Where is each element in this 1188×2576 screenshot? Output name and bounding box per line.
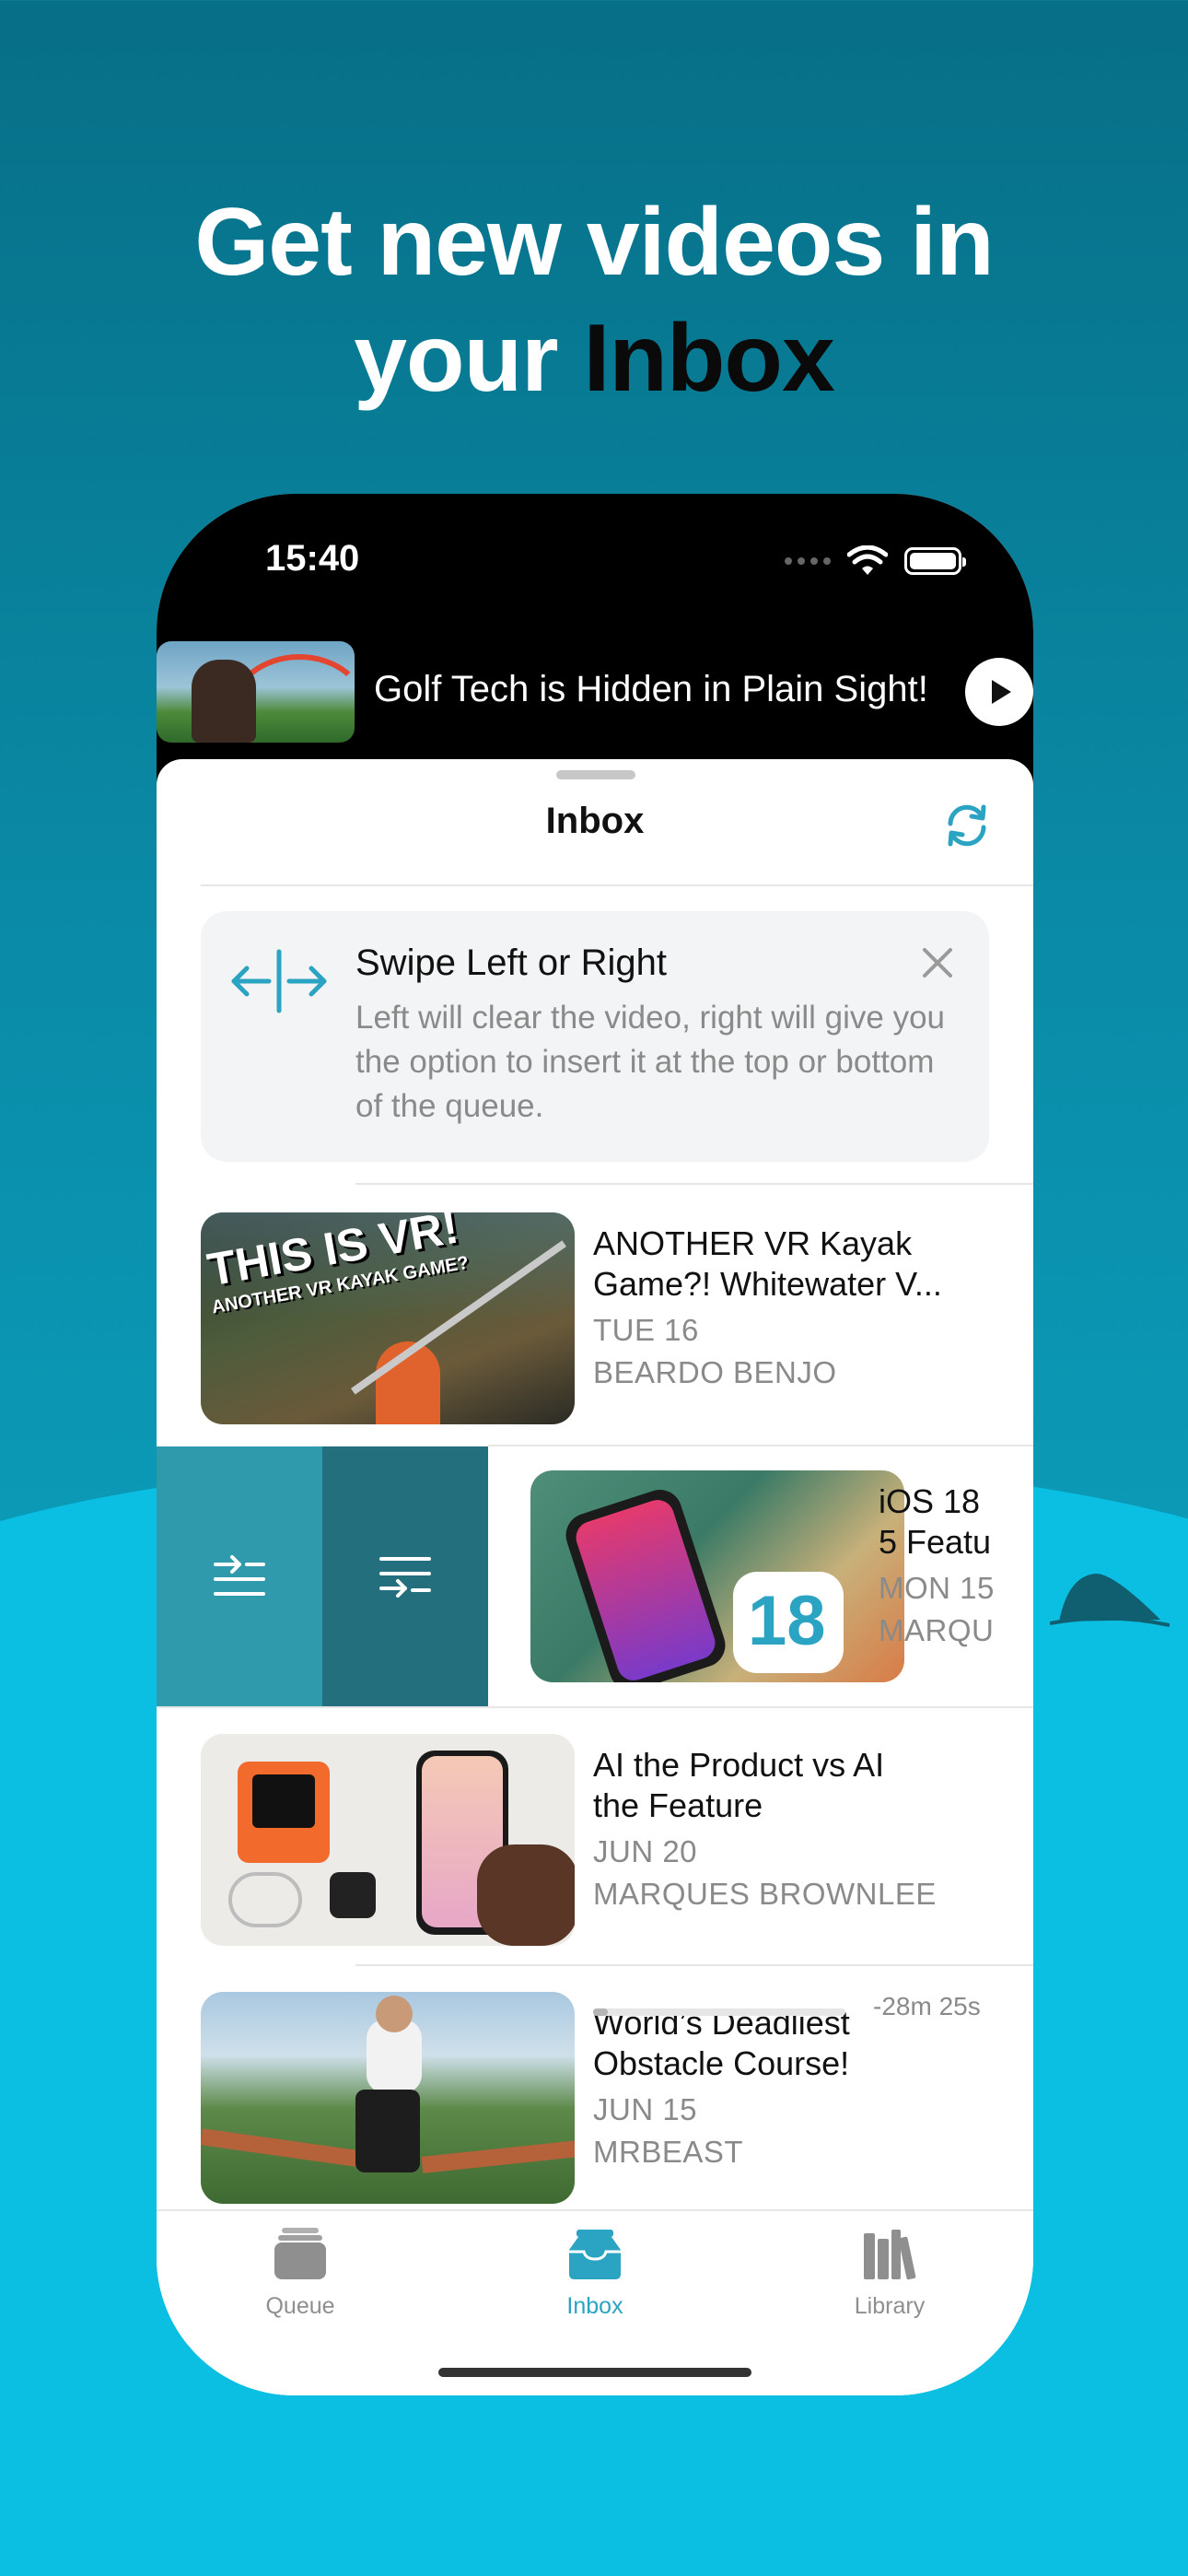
thumbnail-text: 18 — [748, 1582, 826, 1660]
list-item-swiped[interactable]: 18 iOS 18 5 Featu MON 15 MARQU — [486, 1446, 1033, 1682]
queue-top-button[interactable] — [157, 1446, 322, 1706]
swipe-tip-card: Swipe Left or Right Left will clear the … — [201, 911, 989, 1162]
header-divider — [201, 884, 1033, 886]
status-area: 15:40 Golf Tech is Hidden in Plain Sight… — [157, 494, 1033, 789]
phone-frame: 15:40 Golf Tech is Hidden in Plain Sight… — [157, 494, 1033, 2395]
video-meta: ANOTHER VR Kayak Game?! Whitewater V... … — [593, 1224, 998, 1395]
tip-title: Swipe Left or Right — [355, 943, 667, 983]
refresh-icon[interactable] — [941, 800, 993, 851]
library-icon — [864, 2230, 916, 2280]
headline-line2-prefix: your — [354, 305, 584, 412]
wifi-icon — [847, 545, 888, 575]
home-indicator[interactable] — [438, 2368, 751, 2377]
video-date: JUN 15 — [593, 2092, 698, 2126]
now-playing-title: Golf Tech is Hidden in Plain Sight! — [374, 669, 928, 709]
battery-icon — [904, 547, 966, 575]
tab-label: Inbox — [566, 2293, 623, 2319]
video-title-line2: Obstacle Course! — [593, 2044, 850, 2082]
status-icons — [785, 545, 966, 577]
play-button[interactable] — [965, 658, 1033, 726]
video-title: ANOTHER VR Kayak Game?! Whitewater V... — [593, 1224, 942, 1303]
video-channel: MARQUES BROWNLEE — [593, 1877, 937, 1911]
video-meta: iOS 18 5 Featu MON 15 MARQU — [879, 1481, 1033, 1653]
headline-line2: your Inbox — [0, 300, 1188, 416]
shark-fin-decoration — [1050, 1574, 1170, 1627]
queue-top-icon — [214, 1555, 265, 1596]
video-channel: BEARDO BENJO — [593, 1355, 837, 1389]
video-title-line1: AI the Product vs AI — [593, 1746, 885, 1784]
page-title: Inbox — [545, 801, 645, 841]
play-icon — [992, 680, 1011, 704]
video-date: MON 15 — [879, 1571, 995, 1605]
list-item[interactable]: THIS IS VR! ANOTHER VR KAYAK GAME? ANOTH… — [157, 1187, 1033, 1424]
tab-inbox[interactable]: Inbox — [503, 2224, 687, 2320]
video-thumbnail: THIS IS VR! ANOTHER VR KAYAK GAME? — [201, 1212, 575, 1424]
tab-label: Queue — [265, 2293, 335, 2319]
swipe-actions — [157, 1446, 488, 1706]
headline-line1: Get new videos in — [194, 189, 994, 296]
queue-icon — [274, 2228, 326, 2279]
watch-progress-fill — [593, 2008, 609, 2016]
inbox-icon — [569, 2230, 621, 2279]
queue-bottom-icon — [379, 1557, 431, 1598]
now-playing-thumbnail — [157, 641, 355, 743]
swipe-arrows-icon — [231, 949, 327, 1013]
headline-emphasis: Inbox — [583, 305, 834, 412]
video-thumbnail — [201, 1734, 575, 1946]
video-title-line2: the Feature — [593, 1786, 763, 1824]
tab-library[interactable]: Library — [798, 2224, 982, 2320]
video-meta: AI the Product vs AI the Feature JUN 20 … — [593, 1745, 998, 1916]
queue-bottom-button[interactable] — [322, 1446, 488, 1706]
tab-queue[interactable]: Queue — [208, 2224, 392, 2320]
sheet-grabber[interactable] — [556, 770, 635, 779]
video-date: JUN 20 — [593, 1834, 698, 1868]
watch-progress-bar — [593, 2008, 845, 2016]
video-meta: World’s Deadliest Obstacle Course! JUN 1… — [593, 2003, 998, 2174]
cellular-icon — [785, 557, 831, 565]
tab-label: Library — [854, 2293, 926, 2319]
video-thumbnail — [201, 1992, 575, 2204]
now-playing-bar[interactable]: Golf Tech is Hidden in Plain Sight! — [157, 641, 1033, 743]
status-time: 15:40 — [265, 538, 360, 579]
video-channel: MARQU — [879, 1613, 995, 1647]
video-title-line2: 5 Featu — [879, 1523, 992, 1561]
row-divider — [355, 1183, 1033, 1185]
tip-body: Left will clear the video, right will gi… — [355, 1000, 946, 1124]
time-remaining: -28m 25s — [873, 1992, 981, 2020]
list-item[interactable]: AI the Product vs AI the Feature JUN 20 … — [157, 1708, 1033, 1946]
close-icon[interactable] — [919, 944, 956, 981]
video-title-line1: iOS 18 — [879, 1482, 981, 1520]
video-channel: MRBEAST — [593, 2135, 744, 2169]
video-thumbnail: 18 — [530, 1470, 904, 1682]
video-date: TUE 16 — [593, 1313, 699, 1347]
headline: Get new videos in your Inbox — [0, 184, 1188, 416]
